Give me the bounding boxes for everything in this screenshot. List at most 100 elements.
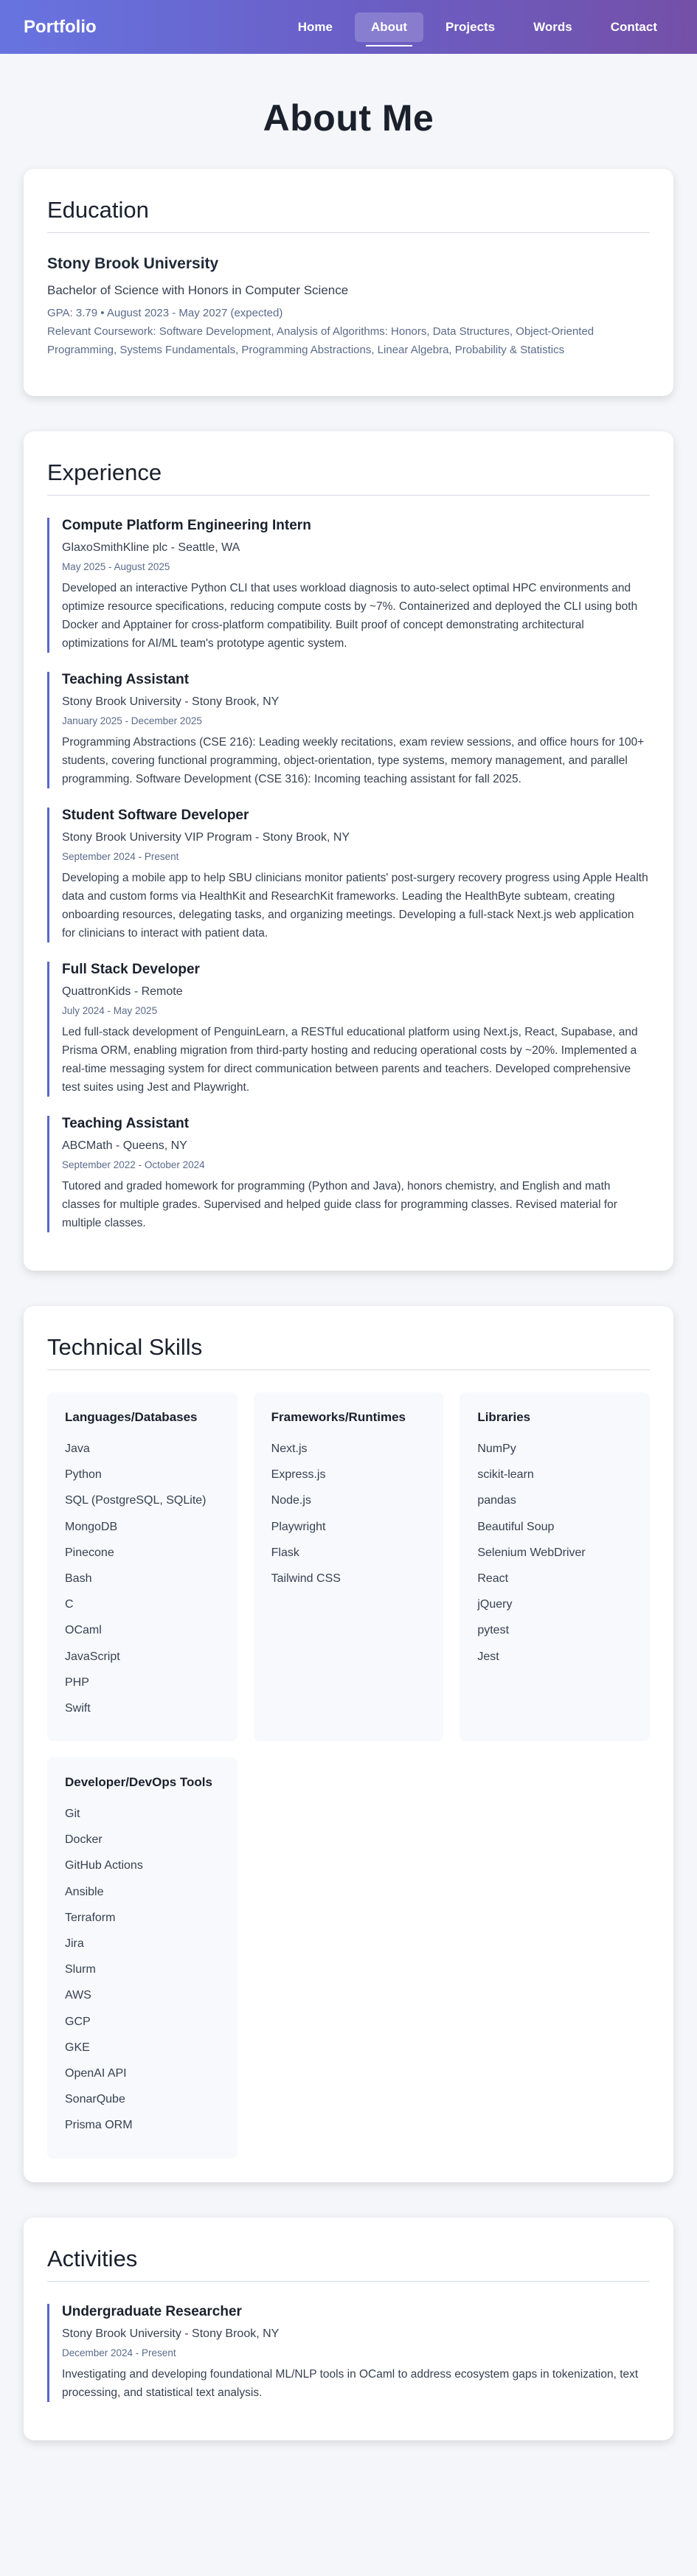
skill-item: Bash — [65, 1572, 92, 1585]
skill-item: PHP — [65, 1676, 89, 1689]
entry-description: Developing a mobile app to help SBU clin… — [62, 872, 648, 940]
skill-item: GitHub Actions — [65, 1859, 143, 1872]
education-card: Education Stony Brook University Bachelo… — [24, 169, 673, 396]
main-nav: Home About Projects Words Contact — [282, 0, 673, 54]
skill-item: pytest — [477, 1624, 510, 1637]
skill-item: Python — [65, 1468, 102, 1482]
skill-group-heading: Developer/DevOps Tools — [65, 1775, 212, 1790]
skill-item: Express.js — [271, 1468, 326, 1482]
skill-item: C — [65, 1598, 74, 1611]
skill-item: Swift — [65, 1701, 91, 1715]
nav-link-about[interactable]: About — [354, 12, 424, 46]
skill-item: Tailwind CSS — [271, 1572, 341, 1585]
entry-description: Programming Abstractions (CSE 216): Lead… — [62, 736, 645, 785]
entry-org: QuattronKids - Remote — [62, 985, 183, 998]
navbar: Portfolio Home About Projects Words Cont… — [0, 0, 697, 54]
skill-item: AWS — [65, 1989, 91, 2002]
experience-card: Experience Compute Platform Engineering … — [24, 431, 673, 1271]
skill-item: OCaml — [65, 1624, 102, 1637]
skill-item: OpenAI API — [65, 2066, 127, 2080]
entry-description: Investigating and developing foundationa… — [62, 2367, 639, 2399]
skill-item: Ansible — [65, 1885, 104, 1898]
experience-list: Compute Platform Engineering Intern Glaxo… — [47, 518, 650, 1232]
skill-item: GKE — [65, 2041, 90, 2054]
entry-description: Led full-stack development of PenguinLea… — [62, 1026, 638, 1094]
skill-group: Developer/DevOps Tools Git Docker GitHub Ac… — [47, 1757, 237, 2159]
entry-date: July 2024 - May 2025 — [62, 1005, 158, 1016]
skill-item: Flask — [271, 1546, 299, 1559]
entry-description: Tutored and graded homework for programm… — [62, 1180, 617, 1229]
skill-item: Terraform — [65, 1911, 116, 1924]
skill-group: Frameworks/Runtimes Next.js Express.js Node… — [253, 1392, 444, 1742]
skill-group-heading: Libraries — [477, 1410, 531, 1424]
skill-item: Docker — [65, 1833, 103, 1847]
skill-item: SQL (PostgreSQL, SQLite) — [65, 1494, 207, 1507]
entry-org: Stony Brook University - Stony Brook, NY — [62, 2327, 280, 2340]
entry-description: Developed an interactive Python CLI that… — [62, 582, 638, 650]
entry-org: ABCMath - Queens, NY — [62, 1139, 187, 1152]
entry-date: September 2022 - October 2024 — [62, 1159, 205, 1170]
skills-title: Technical Skills — [47, 1334, 650, 1370]
entry-org: GlaxoSmithKline plc - Seattle, WA — [62, 541, 240, 554]
skill-group-heading: Frameworks/Runtimes — [271, 1410, 406, 1424]
skill-item: Beautiful Soup — [477, 1520, 555, 1533]
skill-item: Prisma ORM — [65, 2119, 133, 2132]
skill-item: Git — [65, 1808, 80, 1821]
skill-item: NumPy — [477, 1443, 516, 1455]
skill-group: Libraries NumPy scikit-learn pandas Beautifu… — [460, 1392, 650, 1742]
skill-item: GCP — [65, 2015, 91, 2028]
edu-school: Stony Brook University — [47, 255, 219, 272]
entry-title: Student Software Developer — [62, 808, 249, 823]
entry-title: Teaching Assistant — [62, 1116, 190, 1131]
activities-card: Activities Undergraduate Researcher Stony… — [24, 2217, 673, 2440]
nav-link-contact[interactable]: Contact — [594, 13, 673, 42]
entry-title: Teaching Assistant — [62, 672, 190, 687]
nav-link-words[interactable]: Words — [517, 13, 589, 42]
skills-card: Technical Skills Languages/Databases Java… — [24, 1306, 673, 2182]
skill-item: Pinecone — [65, 1546, 114, 1559]
skill-item: React — [477, 1572, 509, 1585]
activities-list: Undergraduate Researcher Stony Brook Univ… — [47, 2303, 650, 2402]
edu-coursework: Relevant Coursework: Software Developmen… — [47, 325, 594, 356]
entry-title: Compute Platform Engineering Intern — [62, 518, 311, 533]
entry-item: Teaching Assistant ABCMath - Queens, NY Se… — [47, 1116, 650, 1232]
skill-item: scikit-learn — [477, 1468, 534, 1482]
skill-group-heading: Languages/Databases — [65, 1410, 198, 1424]
education-title: Education — [47, 197, 650, 233]
entry-org: Stony Brook University - Stony Brook, NY — [62, 695, 280, 708]
skill-item: Jest — [477, 1650, 499, 1663]
experience-title: Experience — [47, 459, 650, 496]
activities-title: Activities — [47, 2246, 650, 2282]
edu-degree: Bachelor of Science with Honors in Compu… — [47, 283, 349, 297]
skills-grid: Languages/Databases Java Python SQL (Postgr… — [47, 1392, 650, 2159]
skill-group: Languages/Databases Java Python SQL (Postgr… — [47, 1392, 237, 1742]
skill-item: Jira — [65, 1937, 84, 1950]
brand-logo[interactable]: Portfolio — [24, 17, 97, 38]
page-title: About Me — [263, 97, 434, 139]
skill-item: Node.js — [271, 1494, 311, 1507]
entry-date: December 2024 - Present — [62, 2347, 176, 2358]
entry-date: May 2025 - August 2025 — [62, 561, 170, 572]
skill-item: JavaScript — [65, 1650, 120, 1663]
entry-item: Undergraduate Researcher Stony Brook Univ… — [47, 2303, 650, 2402]
skill-item: jQuery — [477, 1598, 513, 1611]
entry-date: January 2025 - December 2025 — [62, 715, 202, 726]
skill-item: Playwright — [271, 1520, 326, 1533]
skill-item: SonarQube — [65, 2093, 125, 2106]
skill-item: pandas — [477, 1494, 516, 1507]
entry-org: Stony Brook University VIP Program - Sto… — [62, 831, 350, 844]
entry-item: Compute Platform Engineering Intern Glaxo… — [47, 518, 650, 653]
nav-link-projects[interactable]: Projects — [429, 13, 511, 42]
entry-date: September 2024 - Present — [62, 851, 179, 862]
entry-title: Undergraduate Researcher — [62, 2303, 242, 2319]
edu-gpa-dates: GPA: 3.79 • August 2023 - May 2027 (expe… — [47, 307, 283, 319]
skill-item: Selenium WebDriver — [477, 1546, 586, 1559]
skill-item: Slurm — [65, 1963, 96, 1976]
nav-link-home[interactable]: Home — [282, 13, 349, 42]
entry-title: Full Stack Developer — [62, 962, 200, 977]
skill-item: Java — [65, 1443, 90, 1455]
entry-item: Student Software Developer Stony Brook Un… — [47, 808, 650, 942]
skill-item: Next.js — [271, 1443, 308, 1455]
entry-item: Teaching Assistant Stony Brook University… — [47, 672, 650, 788]
entry-item: Full Stack Developer QuattronKids - Remot… — [47, 962, 650, 1097]
